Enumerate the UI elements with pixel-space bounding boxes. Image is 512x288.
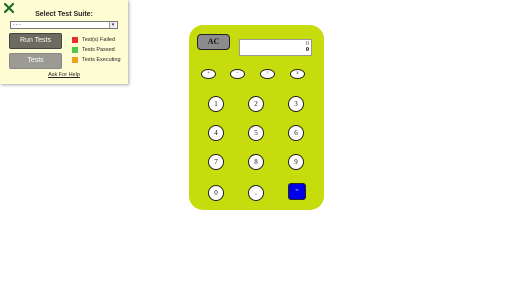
- digit-2-button[interactable]: 2: [248, 96, 264, 112]
- add-button[interactable]: +: [201, 69, 216, 79]
- legend-item-executing: Tests Executing: [72, 56, 121, 63]
- digit-5-button[interactable]: 5: [248, 125, 264, 141]
- legend-item-failed: Test(s) Failed: [72, 36, 115, 43]
- tests-button[interactable]: Tests: [9, 53, 62, 69]
- executing-swatch: [72, 56, 78, 63]
- decimal-button[interactable]: .: [248, 185, 264, 201]
- page: Select Test Suite: - - - ▾ Run Tests Tes…: [0, 0, 512, 288]
- legend-label-executing: Tests Executing: [82, 56, 121, 63]
- subtract-button[interactable]: -: [230, 69, 245, 79]
- digit-7-button[interactable]: 7: [208, 154, 224, 170]
- chevron-down-icon: ▾: [109, 22, 116, 28]
- equals-button[interactable]: =: [288, 183, 306, 200]
- clear-button[interactable]: AC: [197, 34, 230, 50]
- digit-4-button[interactable]: 4: [208, 125, 224, 141]
- legend-label-passed: Tests Passed: [82, 46, 115, 53]
- legend-item-passed: Tests Passed: [72, 46, 115, 53]
- panel-title: Select Test Suite:: [35, 11, 93, 18]
- test-suite-selected-value: - - -: [13, 22, 21, 28]
- calculator: AC 0 0 + - / x 1 2 3 4 5 6 7 8 9 0 . =: [189, 25, 324, 210]
- digit-8-button[interactable]: 8: [248, 154, 264, 170]
- digit-1-button[interactable]: 1: [208, 96, 224, 112]
- multiply-button[interactable]: x: [290, 69, 305, 79]
- legend-label-failed: Test(s) Failed: [82, 36, 116, 43]
- failed-swatch: [72, 36, 78, 43]
- calculator-display: 0 0: [239, 39, 312, 56]
- test-suite-panel: Select Test Suite: - - - ▾ Run Tests Tes…: [0, 0, 128, 84]
- divide-button[interactable]: /: [260, 69, 275, 79]
- digit-9-button[interactable]: 9: [288, 154, 304, 170]
- digit-6-button[interactable]: 6: [288, 125, 304, 141]
- digit-3-button[interactable]: 3: [288, 96, 304, 112]
- run-tests-button[interactable]: Run Tests: [9, 33, 62, 49]
- test-suite-select[interactable]: - - - ▾: [10, 21, 118, 29]
- digit-0-button[interactable]: 0: [208, 185, 224, 201]
- display-current: 0: [306, 47, 309, 53]
- passed-swatch: [72, 46, 78, 53]
- ask-for-help-link[interactable]: Ask For Help: [0, 72, 128, 78]
